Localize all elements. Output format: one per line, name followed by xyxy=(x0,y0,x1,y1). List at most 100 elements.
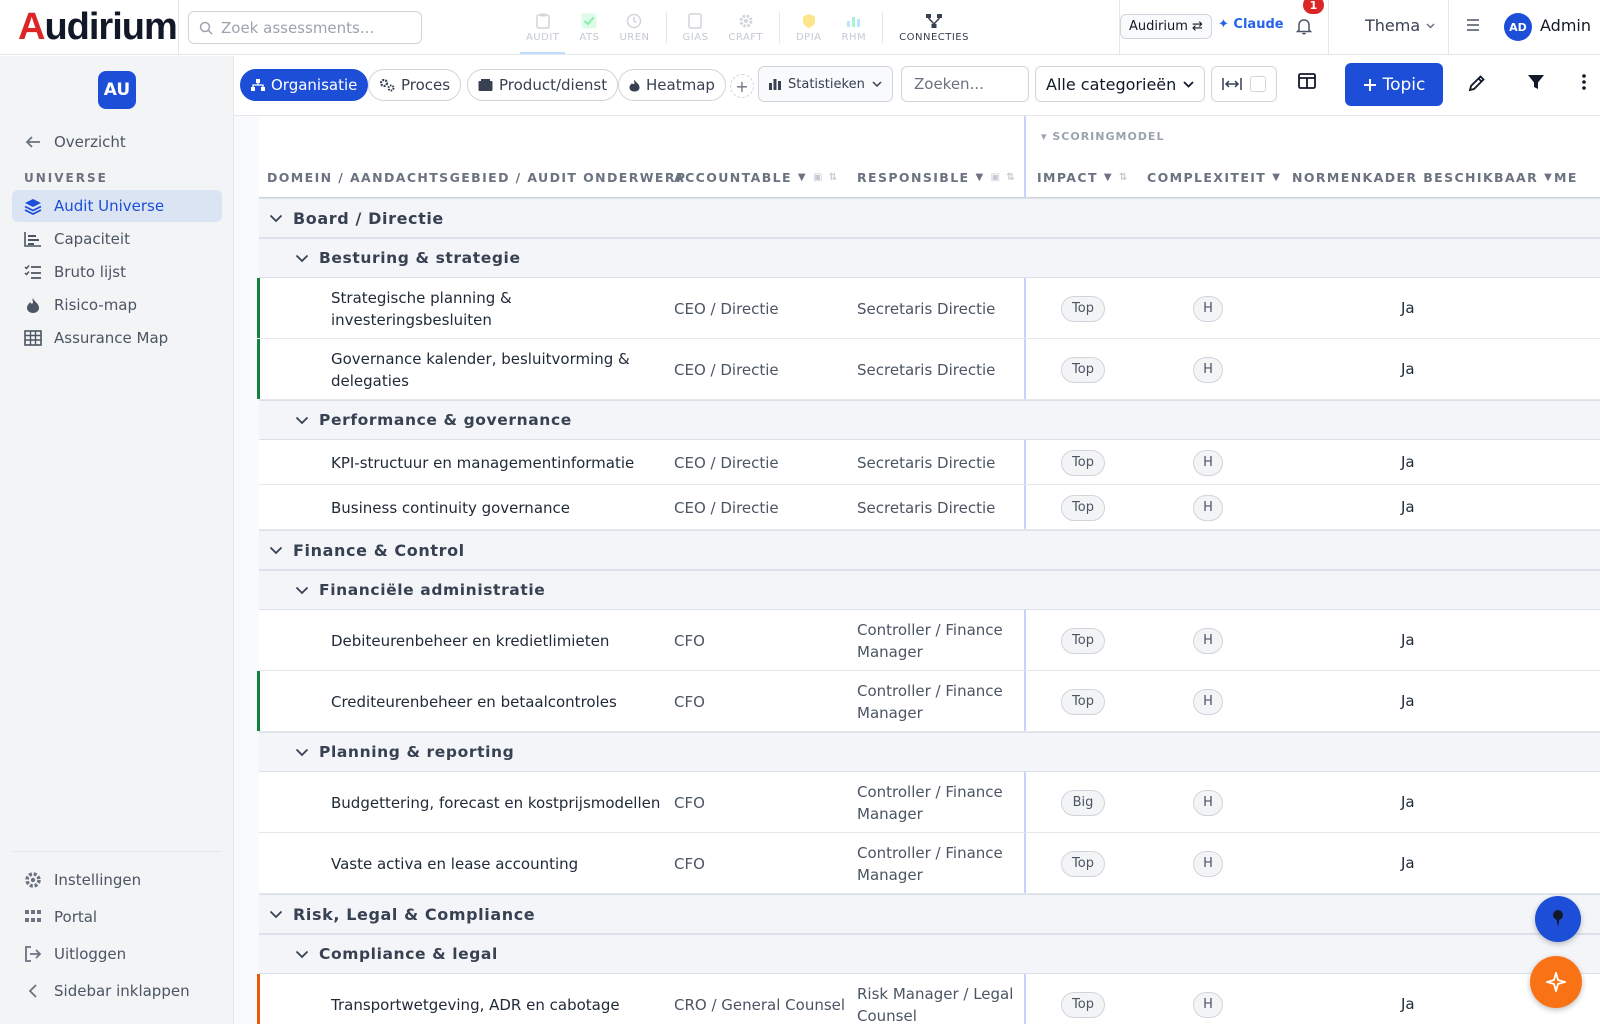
avatar[interactable]: AD xyxy=(1504,13,1532,41)
module-rhm[interactable]: RHM xyxy=(832,0,877,55)
table-row[interactable]: KPI-structuur en managementinformatie CEO… xyxy=(259,440,1600,485)
col-header-complexiteit[interactable]: COMPLEXITEIT ▼ xyxy=(1147,170,1281,185)
complexity-badge[interactable]: H xyxy=(1193,627,1223,654)
chevron-down-icon[interactable] xyxy=(269,546,283,555)
theme-dropdown[interactable]: Thema xyxy=(1365,16,1435,35)
sidebar-item-capaciteit[interactable]: Capaciteit xyxy=(12,223,222,255)
columns-icon[interactable] xyxy=(1298,73,1316,89)
col-header-normenkader[interactable]: NORMENKADER BESCHIKBAAR ▼ xyxy=(1292,170,1553,185)
chevron-down-icon[interactable] xyxy=(295,950,309,959)
cell-topic[interactable]: Vaste activa en lease accounting xyxy=(331,853,661,875)
table-row[interactable]: Business continuity governance CEO / Dire… xyxy=(259,485,1600,530)
subdomain-group-row[interactable]: Financiële administratie xyxy=(259,570,1600,610)
table-row[interactable]: Vaste activa en lease accounting CFO Contr… xyxy=(259,833,1600,894)
filter-icon[interactable] xyxy=(1527,74,1545,90)
subdomain-group-row[interactable]: Compliance & legal xyxy=(259,934,1600,974)
chevron-down-icon[interactable] xyxy=(295,254,309,263)
cell-topic[interactable]: Budgettering, forecast en kostprijsmodel… xyxy=(331,792,661,814)
cell-topic[interactable]: Business continuity governance xyxy=(331,497,661,519)
complexity-badge[interactable]: H xyxy=(1193,449,1223,476)
add-view-button[interactable]: + xyxy=(730,74,754,98)
sidebar-item-bruto-lijst[interactable]: Bruto lijst xyxy=(12,256,222,288)
sidebar-item-portal[interactable]: Portal xyxy=(12,901,222,933)
menu-icon[interactable] xyxy=(1466,19,1480,31)
tab-organisatie[interactable]: Organisatie xyxy=(240,69,369,101)
col-header-more[interactable]: ME xyxy=(1554,170,1578,185)
sidebar-item-assurance-map[interactable]: Assurance Map xyxy=(12,322,222,354)
table-row[interactable]: Debiteurenbeheer en kredietlimieten CFO Co… xyxy=(259,610,1600,671)
complexity-badge[interactable]: H xyxy=(1193,991,1223,1018)
domain-group-row[interactable]: Finance & Control xyxy=(259,530,1600,570)
sidebar-item-uitloggen[interactable]: Uitloggen xyxy=(12,938,222,970)
cell-topic[interactable]: Debiteurenbeheer en kredietlimieten xyxy=(331,630,661,652)
fit-columns-toggle[interactable] xyxy=(1211,66,1277,102)
chevron-wrap[interactable] xyxy=(295,748,309,757)
add-topic-button[interactable]: Topic xyxy=(1345,63,1443,106)
fit-checkbox[interactable] xyxy=(1250,76,1266,92)
col-header-responsible[interactable]: RESPONSIBLE ▼ ▣ ⇅ xyxy=(857,170,1016,185)
category-select[interactable]: Alle categorieën xyxy=(1035,66,1205,102)
pencil-icon[interactable] xyxy=(1468,74,1486,92)
complexity-badge[interactable]: H xyxy=(1193,850,1223,877)
subdomain-group-row[interactable]: Besturing & strategie xyxy=(259,238,1600,278)
table-row[interactable]: Governance kalender, besluitvorming & de… xyxy=(257,339,1600,400)
claude-link[interactable]: ✦ Claude xyxy=(1218,17,1284,32)
global-search-input[interactable] xyxy=(221,18,411,37)
impact-badge[interactable]: Top xyxy=(1061,449,1105,476)
chevron-wrap[interactable] xyxy=(269,910,283,919)
col-header-impact[interactable]: IMPACT ▼ ⇅ xyxy=(1037,170,1129,185)
workspace-switch[interactable]: Audirium ⇄ xyxy=(1120,14,1212,39)
cell-topic[interactable]: Governance kalender, besluitvorming & de… xyxy=(331,348,661,392)
chevron-wrap[interactable] xyxy=(269,546,283,555)
complexity-badge[interactable]: H xyxy=(1193,295,1223,322)
tab-heatmap[interactable]: Heatmap xyxy=(618,69,726,101)
chevron-wrap[interactable] xyxy=(295,416,309,425)
domain-group-row[interactable]: Board / Directie xyxy=(259,198,1600,238)
table-search-input[interactable] xyxy=(901,66,1029,102)
sidebar-item-instellingen[interactable]: Instellingen xyxy=(12,864,222,896)
impact-badge[interactable]: Big xyxy=(1061,789,1105,816)
cell-topic[interactable]: Strategische planning & investeringsbesl… xyxy=(331,287,661,331)
sidebar-item-overzicht[interactable]: Overzicht xyxy=(12,126,222,158)
module-dpia[interactable]: DPIA xyxy=(786,0,832,55)
complexity-badge[interactable]: H xyxy=(1193,494,1223,521)
chevron-wrap[interactable] xyxy=(295,254,309,263)
subdomain-group-row[interactable]: Performance & governance xyxy=(259,400,1600,440)
table-row[interactable]: Strategische planning & investeringsbesl… xyxy=(257,278,1600,339)
impact-badge[interactable]: Top xyxy=(1061,494,1105,521)
ai-assistant-fab[interactable] xyxy=(1530,956,1582,1008)
col-header-accountable[interactable]: ACCOUNTABLE ▼ ▣ ⇅ xyxy=(674,170,839,185)
chevron-down-icon[interactable] xyxy=(295,586,309,595)
tab-proces[interactable]: Proces xyxy=(368,69,462,101)
chevron-down-icon[interactable] xyxy=(269,214,283,223)
col-header-topic[interactable]: DOMEIN / AANDACHTSGEBIED / AUDIT ONDERWE… xyxy=(267,170,686,185)
user-name[interactable]: Admin xyxy=(1540,16,1591,35)
complexity-badge[interactable]: H xyxy=(1193,356,1223,383)
bell-icon[interactable] xyxy=(1296,17,1312,35)
module-connecties[interactable]: CONNECTIES xyxy=(889,0,979,55)
universe-avatar[interactable]: AU xyxy=(98,71,136,109)
module-craft[interactable]: CRAFT xyxy=(718,0,773,55)
chevron-down-icon[interactable] xyxy=(295,416,309,425)
cell-topic[interactable]: Crediteurenbeheer en betaalcontroles xyxy=(331,691,661,713)
table-row[interactable]: Transportwetgeving, ADR en cabotage CRO /… xyxy=(257,974,1600,1024)
chevron-wrap[interactable] xyxy=(295,586,309,595)
module-ats[interactable]: ATS xyxy=(569,0,609,55)
app-logo[interactable]: Audirium xyxy=(18,6,178,49)
global-search[interactable] xyxy=(188,11,422,44)
complexity-badge[interactable]: H xyxy=(1193,789,1223,816)
impact-badge[interactable]: Top xyxy=(1061,295,1105,322)
table-row[interactable]: Budgettering, forecast en kostprijsmodel… xyxy=(259,772,1600,833)
impact-badge[interactable]: Top xyxy=(1061,850,1105,877)
sidebar-item-risico-map[interactable]: Risico-map xyxy=(12,289,222,321)
impact-badge[interactable]: Top xyxy=(1061,627,1105,654)
cell-topic[interactable]: KPI-structuur en managementinformatie xyxy=(331,452,661,474)
subdomain-group-row[interactable]: Planning & reporting xyxy=(259,732,1600,772)
cell-topic[interactable]: Transportwetgeving, ADR en cabotage xyxy=(331,994,661,1016)
impact-badge[interactable]: Top xyxy=(1061,688,1105,715)
impact-badge[interactable]: Top xyxy=(1061,991,1105,1018)
statistics-dropdown[interactable]: Statistieken xyxy=(758,66,893,102)
scoringmodel-label[interactable]: ▾ SCORINGMODEL xyxy=(1041,130,1164,143)
domain-group-row[interactable]: Risk, Legal & Compliance xyxy=(259,894,1600,934)
module-audit[interactable]: AUDIT xyxy=(516,0,569,55)
